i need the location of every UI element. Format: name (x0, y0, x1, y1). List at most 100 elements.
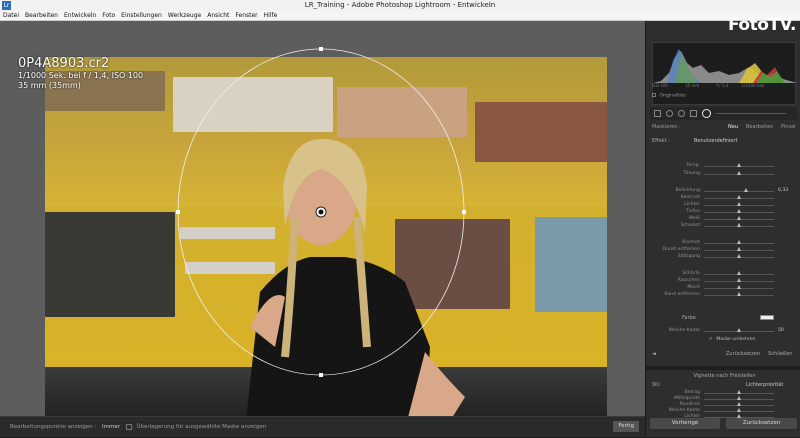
mask-close-button[interactable]: Schließen (768, 351, 792, 357)
panel-toggle-icon[interactable]: ◄ (652, 351, 656, 357)
mask-new-button[interactable]: Neu (728, 124, 738, 130)
slider-knob[interactable] (736, 408, 741, 412)
show-edit-pins-label: Bearbeitungspunkte anzeigen : (10, 424, 97, 430)
color-swatch[interactable] (760, 315, 774, 320)
adjustment-slider[interactable]: Tönung (652, 171, 792, 178)
slider-label: Temp. (686, 163, 700, 168)
vignette-style-select[interactable]: Lichterpriorität (746, 382, 783, 388)
adjustment-slider[interactable]: Tiefen (652, 209, 792, 216)
menu-tools[interactable]: Werkzeuge (168, 11, 201, 20)
done-button[interactable]: Fertig (613, 421, 639, 432)
show-edit-pins-select[interactable]: Immer (102, 424, 120, 430)
reset-all-button[interactable]: Zurücksetzen (726, 418, 797, 429)
red-eye-tool-icon[interactable] (678, 110, 685, 117)
feather-knob[interactable] (737, 328, 741, 332)
adjustment-slider[interactable]: Temp. (652, 163, 792, 170)
slider-label: Lichter (684, 202, 700, 207)
original-photo-toggle[interactable]: Originalfoto (652, 93, 686, 99)
effect-preset-select[interactable]: Benutzerdefiniert (694, 138, 738, 144)
menu-view[interactable]: Ansicht (207, 11, 229, 20)
slider-label: Klarheit (682, 240, 700, 245)
slider-knob[interactable] (743, 188, 748, 192)
menu-file[interactable]: Datei (3, 11, 19, 20)
histogram-iso: ISO 100 (652, 83, 668, 88)
menu-help[interactable]: Hilfe (264, 11, 278, 20)
photo-focal-length: 35 mm (35mm) (18, 81, 81, 90)
photo-exposure: 1/1000 Sek. bei f / 1,4, ISO 100 (18, 71, 144, 80)
adjustment-brush-slider[interactable] (716, 113, 786, 114)
histogram-focal: 35 mm (685, 83, 700, 88)
original-photo-checkbox[interactable] (652, 93, 656, 97)
crop-tool-icon[interactable] (654, 110, 661, 117)
section-divider (646, 366, 800, 370)
slider-track[interactable] (704, 191, 774, 192)
adjustment-slider[interactable]: Sättigung (652, 254, 792, 261)
mask-edit-button[interactable]: Bearbeiten (746, 124, 773, 130)
radial-filter-tool-icon[interactable] (702, 109, 711, 118)
panel-footer-buttons: Vorherige Zurücksetzen (650, 418, 797, 432)
slider-label: Rand entfernen (664, 292, 700, 297)
window-title: LR_Training - Adobe Photoshop Lightroom … (304, 1, 496, 9)
menu-develop[interactable]: Entwickeln (64, 11, 96, 20)
slider-label: Kontrast (680, 195, 700, 200)
slider-knob[interactable] (736, 271, 741, 275)
slider-knob[interactable] (736, 223, 741, 227)
histogram-meta: ISO 100 35 mm f / 1,4 1/1000 Sek. (652, 83, 796, 88)
photo-info-overlay: 0P4A8903.cr2 1/1000 Sek. bei f / 1,4, IS… (18, 57, 143, 91)
slider-knob[interactable] (736, 216, 741, 220)
adjustment-slider[interactable]: Kontrast (652, 195, 792, 202)
histogram-graph (653, 49, 797, 83)
slider-knob[interactable] (736, 202, 741, 206)
window-title-bar: Lr LR_Training - Adobe Photoshop Lightro… (0, 0, 800, 11)
show-overlay-checkbox[interactable] (125, 423, 132, 430)
lightroom-app-icon: Lr (2, 1, 11, 10)
feather-slider[interactable]: Weiche Kante 50 (652, 328, 792, 335)
slider-label: Mittelpunkt (673, 396, 700, 401)
menu-settings[interactable]: Einstellungen (121, 11, 162, 20)
adjustment-slider[interactable]: Rand entfernen (652, 292, 792, 299)
slider-knob[interactable] (736, 390, 741, 394)
mask-reset-button[interactable]: Zurücksetzen (726, 351, 760, 357)
slider-knob[interactable] (736, 163, 741, 167)
slider-knob[interactable] (736, 247, 741, 251)
slider-knob[interactable] (736, 209, 741, 213)
slider-knob[interactable] (736, 254, 741, 258)
photo-subject (245, 138, 465, 429)
photo-preview[interactable] (45, 57, 607, 429)
adjustment-slider[interactable]: Klarheit (652, 240, 792, 247)
graduated-filter-tool-icon[interactable] (690, 110, 697, 117)
slider-knob[interactable] (736, 278, 741, 282)
slider-knob[interactable] (736, 396, 741, 400)
adjustment-slider[interactable]: Schwarz (652, 223, 792, 230)
mask-brush-button[interactable]: Pinsel (781, 124, 796, 130)
adjustment-slider[interactable]: Rauschen (652, 278, 792, 285)
previous-button[interactable]: Vorherige (650, 418, 720, 429)
original-photo-label: Originalfoto (659, 93, 686, 99)
show-overlay-label: Überlagerung für ausgewählte Maske anzei… (136, 424, 267, 430)
slider-label: Sättigung (677, 254, 700, 259)
adjustment-slider[interactable]: Dunst entfernen (652, 247, 792, 254)
slider-label: Tiefen (685, 209, 700, 214)
invert-mask-toggle[interactable]: ✓ Maske umkehren (709, 337, 755, 342)
menu-window[interactable]: Fenster (235, 11, 257, 20)
adjustment-slider[interactable]: Belichtung 0,33 (652, 188, 792, 195)
mask-row: Maskieren : Neu Bearbeiten Pinsel (652, 124, 797, 130)
spot-removal-tool-icon[interactable] (666, 110, 673, 117)
adjustment-slider[interactable]: Schärfe (652, 271, 792, 278)
slider-knob[interactable] (736, 285, 741, 289)
adjustment-slider[interactable]: Weiß (652, 216, 792, 223)
slider-label: Moiré (687, 285, 700, 290)
adjustment-slider[interactable]: Lichter (652, 202, 792, 209)
slider-knob[interactable] (736, 171, 741, 175)
slider-knob[interactable] (736, 240, 741, 244)
slider-value: 0,33 (778, 188, 789, 193)
slider-knob[interactable] (736, 402, 741, 406)
menu-edit[interactable]: Bearbeiten (25, 11, 58, 20)
vignette-section-title[interactable]: Vignette nach Freistellen (652, 373, 797, 379)
radial-filter-handle-top (319, 47, 323, 51)
slider-knob[interactable] (736, 195, 741, 199)
menu-photo[interactable]: Foto (102, 11, 115, 20)
image-workspace[interactable]: 0P4A8903.cr2 1/1000 Sek. bei f / 1,4, IS… (0, 21, 645, 429)
slider-knob[interactable] (736, 292, 741, 296)
adjustment-slider[interactable]: Moiré (652, 285, 792, 292)
